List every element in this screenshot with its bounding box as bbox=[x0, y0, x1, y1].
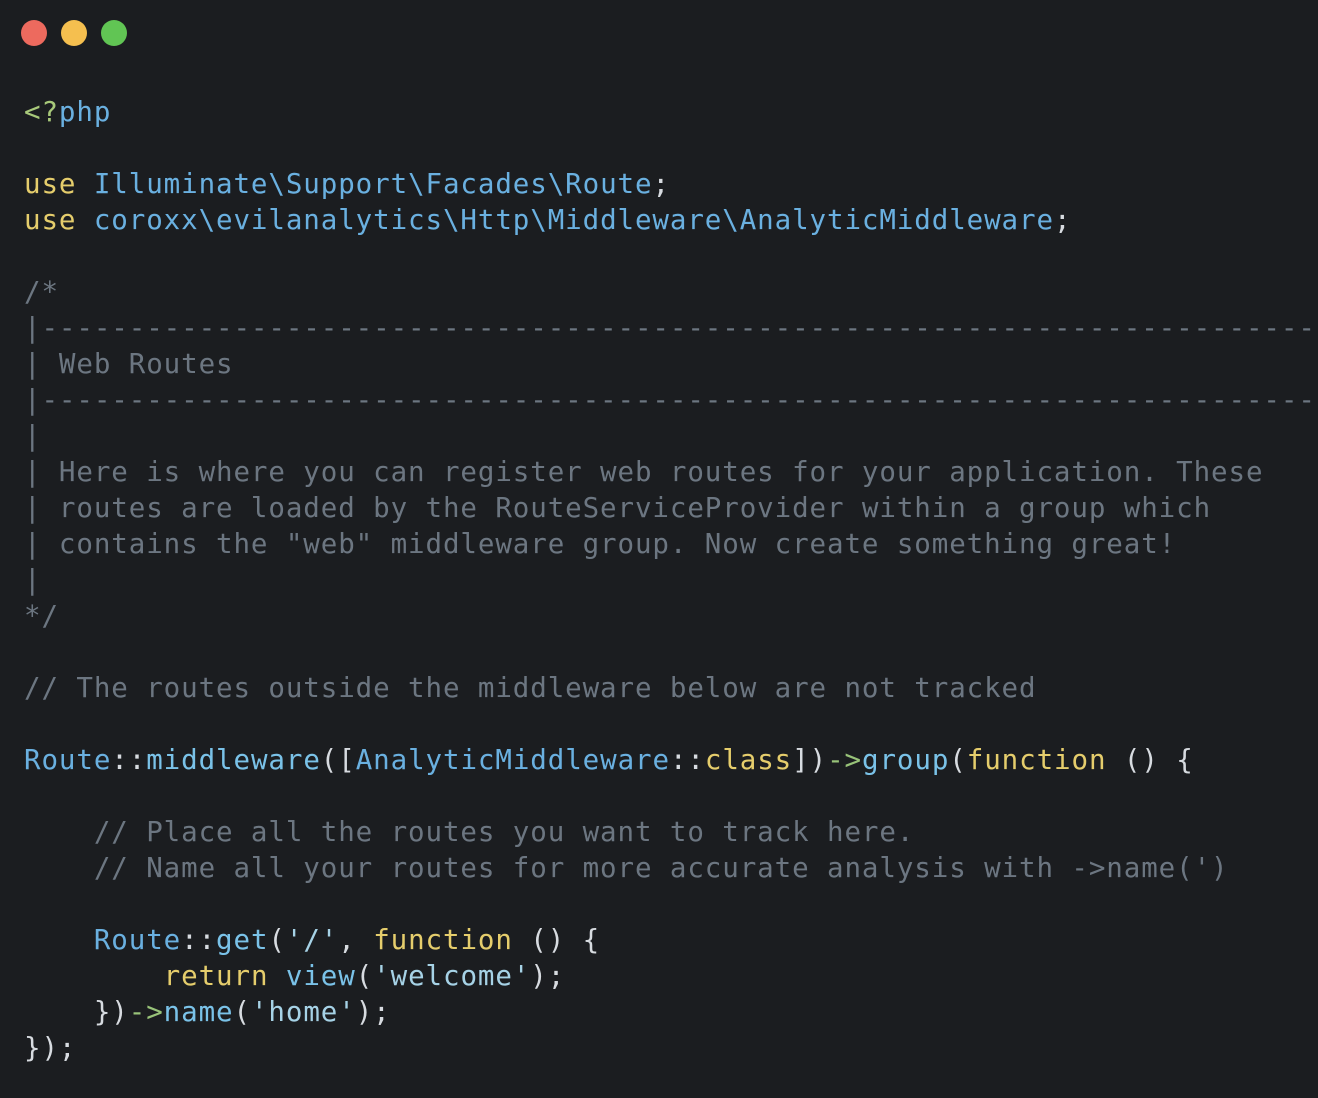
code-line: | routes are loaded by the RouteServiceP… bbox=[24, 490, 1318, 526]
code-token-function-kw: function bbox=[966, 744, 1107, 776]
code-line: <?php bbox=[24, 94, 1318, 130]
code-token-comment: // The routes outside the middleware bel… bbox=[24, 672, 1037, 704]
code-token-text: ]) bbox=[792, 744, 828, 776]
code-token-keyword: use bbox=[24, 204, 94, 236]
code-token-keyword: return bbox=[163, 960, 269, 992]
code-token-text: ( bbox=[233, 996, 251, 1028]
code-token-string: 'welcome' bbox=[373, 960, 531, 992]
code-window: <?php use Illuminate\Support\Facades\Rou… bbox=[0, 0, 1318, 1098]
code-token-keyword: class bbox=[704, 744, 793, 776]
code-line: })->name('home'); bbox=[24, 994, 1318, 1030]
code-line: | contains the "web" middleware group. N… bbox=[24, 526, 1318, 562]
code-token-comment: /* bbox=[24, 276, 59, 308]
code-token-comment: |---------------------------------------… bbox=[24, 312, 1318, 344]
code-token-class: Illuminate\Support\Facades\Route bbox=[93, 168, 653, 200]
code-editor[interactable]: <?php use Illuminate\Support\Facades\Rou… bbox=[24, 94, 1318, 1066]
code-line: // The routes outside the middleware bel… bbox=[24, 670, 1318, 706]
code-token-text: :: bbox=[669, 744, 705, 776]
code-token-string: '/' bbox=[285, 924, 339, 956]
code-line: /* bbox=[24, 274, 1318, 310]
code-token-string: 'home' bbox=[250, 996, 356, 1028]
code-token-comment: // Name all your routes for more accurat… bbox=[24, 852, 1229, 884]
code-line: Route::get('/', function () { bbox=[24, 922, 1318, 958]
code-line: Route::middleware([AnalyticMiddleware::c… bbox=[24, 742, 1318, 778]
code-token-text: () { bbox=[512, 924, 601, 956]
code-token-method: group bbox=[862, 744, 950, 776]
code-token-function-kw: function bbox=[373, 924, 513, 956]
code-token-comment: | bbox=[24, 564, 42, 596]
code-token-comment: */ bbox=[24, 600, 59, 632]
code-line: // Name all your routes for more accurat… bbox=[24, 850, 1318, 886]
code-token-comment: | contains the "web" middleware group. N… bbox=[24, 528, 1177, 560]
code-token-text: ( bbox=[268, 924, 286, 956]
code-token-class: Route bbox=[93, 924, 182, 956]
code-line: |---------------------------------------… bbox=[24, 310, 1318, 346]
close-button[interactable] bbox=[21, 20, 47, 46]
zoom-button[interactable] bbox=[101, 20, 127, 46]
code-line: | bbox=[24, 418, 1318, 454]
code-token-text: }) bbox=[24, 996, 129, 1028]
code-token-class: php bbox=[58, 96, 112, 128]
code-line: |---------------------------------------… bbox=[24, 382, 1318, 418]
code-line: | Here is where you can register web rou… bbox=[24, 454, 1318, 490]
code-token-comment: |---------------------------------------… bbox=[24, 384, 1318, 416]
code-token-text: :: bbox=[181, 924, 217, 956]
code-token-keyword: use bbox=[24, 168, 94, 200]
code-token-php-tag: <? bbox=[24, 96, 59, 128]
code-token-method: name bbox=[163, 996, 234, 1028]
code-line: return view('welcome'); bbox=[24, 958, 1318, 994]
code-token-class: Route bbox=[24, 744, 112, 776]
window-controls bbox=[21, 20, 127, 46]
code-token-comment: // Place all the routes you want to trac… bbox=[24, 816, 915, 848]
code-token-class: AnalyticMiddleware bbox=[355, 744, 670, 776]
code-token-text: ); bbox=[355, 996, 391, 1028]
code-line: */ bbox=[24, 598, 1318, 634]
code-line: // Place all the routes you want to trac… bbox=[24, 814, 1318, 850]
code-token-text: ; bbox=[652, 168, 670, 200]
code-token-text: ( bbox=[355, 960, 374, 992]
code-token-text: ); bbox=[530, 960, 566, 992]
code-token-text: () { bbox=[1106, 744, 1194, 776]
code-token-comment: | Web Routes bbox=[24, 348, 234, 380]
code-line: use Illuminate\Support\Facades\Route; bbox=[24, 166, 1318, 202]
minimize-button[interactable] bbox=[61, 20, 87, 46]
code-token-method: middleware bbox=[146, 744, 321, 776]
code-token-comment: | bbox=[24, 420, 42, 452]
code-line: }); bbox=[24, 1030, 1318, 1066]
code-token-class: coroxx\evilanalytics\Http\Middleware\Ana… bbox=[93, 204, 1054, 236]
code-token-text: , bbox=[338, 924, 374, 956]
code-line: | Web Routes bbox=[24, 346, 1318, 382]
code-token-method: get bbox=[216, 924, 269, 956]
code-token-text: :: bbox=[111, 744, 147, 776]
code-token-text: ; bbox=[1053, 204, 1072, 236]
code-token-operator: -> bbox=[128, 996, 164, 1028]
code-line: use coroxx\evilanalytics\Http\Middleware… bbox=[24, 202, 1318, 238]
code-token-comment: | routes are loaded by the RouteServiceP… bbox=[24, 492, 1212, 524]
code-token-method: view bbox=[285, 960, 356, 992]
code-token-text: ([ bbox=[320, 744, 356, 776]
code-token-text: }); bbox=[24, 1032, 77, 1064]
code-token-operator: -> bbox=[827, 744, 862, 776]
code-token-comment: | Here is where you can register web rou… bbox=[24, 456, 1264, 488]
code-token-text: ( bbox=[949, 744, 967, 776]
code-line: | bbox=[24, 562, 1318, 598]
